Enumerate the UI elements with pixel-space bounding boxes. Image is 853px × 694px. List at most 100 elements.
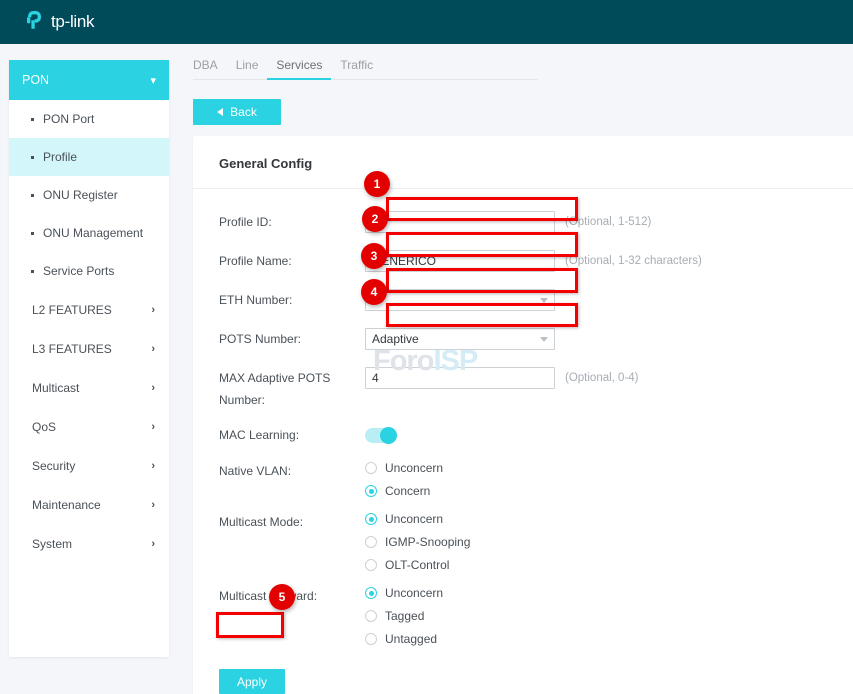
form-row-profile-id: Profile ID: (Optional, 1-512): [193, 211, 853, 236]
max-adaptive-pots-hint: (Optional, 0-4): [565, 367, 639, 389]
radio-selected-icon: [365, 513, 377, 525]
max-adaptive-pots-input[interactable]: [365, 367, 555, 389]
sidebar-group-label: QoS: [32, 420, 56, 434]
sidebar-subitems: PON Port Profile ONU Register ONU Manage…: [9, 100, 169, 290]
chevron-right-icon: ›: [151, 499, 155, 511]
multicast-mode-option-igmp-snooping[interactable]: IGMP-Snooping: [365, 536, 470, 548]
sidebar-group-system[interactable]: System ›: [9, 524, 169, 563]
tab-bar: DBA Line Services Traffic: [193, 58, 538, 80]
form-row-mac-learning: MAC Learning:: [193, 424, 853, 449]
config-form: Profile ID: (Optional, 1-512) Profile Na…: [193, 189, 853, 694]
sidebar-group-pon-label: PON: [22, 73, 49, 87]
chevron-right-icon: ›: [151, 304, 155, 316]
tab-dba[interactable]: DBA: [193, 58, 227, 80]
bullet-icon: [31, 270, 34, 273]
sidebar-group-l2-features[interactable]: L2 FEATURES ›: [9, 290, 169, 329]
native-vlan-control: Unconcern Concern: [365, 460, 443, 497]
form-row-max-adaptive-pots-number: MAX Adaptive POTS Number: (Optional, 0-4…: [193, 367, 853, 411]
bullet-icon: [31, 118, 34, 121]
sidebar-item-onu-register[interactable]: ONU Register: [9, 176, 169, 214]
native-vlan-label: Native VLAN:: [193, 460, 365, 482]
sidebar: PON ▾ PON Port Profile ONU Register ONU …: [9, 60, 169, 657]
back-button[interactable]: Back: [193, 99, 281, 125]
native-vlan-option-concern[interactable]: Concern: [365, 485, 443, 497]
tab-services[interactable]: Services: [267, 58, 331, 80]
multicast-mode-radio-group: Unconcern IGMP-Snooping OLT-Control: [365, 511, 470, 571]
apply-button[interactable]: Apply: [219, 669, 285, 694]
profile-name-hint: (Optional, 1-32 characters): [565, 250, 702, 272]
multicast-mode-option-unconcern[interactable]: Unconcern: [365, 513, 470, 525]
multicast-mode-option-olt-control[interactable]: OLT-Control: [365, 559, 470, 571]
left-triangle-icon: [217, 108, 223, 116]
sidebar-group-security[interactable]: Security ›: [9, 446, 169, 485]
profile-name-label: Profile Name:: [193, 250, 365, 272]
form-row-eth-number: ETH Number: 1: [193, 289, 853, 314]
radio-label: Unconcern: [385, 587, 443, 599]
sidebar-item-onu-management[interactable]: ONU Management: [9, 214, 169, 252]
sidebar-item-label: ONU Management: [43, 226, 143, 240]
sidebar-group-label: Multicast: [32, 381, 79, 395]
native-vlan-radio-group: Unconcern Concern: [365, 460, 443, 497]
profile-name-control: [365, 250, 555, 272]
sidebar-group-maintenance[interactable]: Maintenance ›: [9, 485, 169, 524]
chevron-right-icon: ›: [151, 460, 155, 472]
eth-number-label: ETH Number:: [193, 289, 365, 311]
mac-learning-toggle[interactable]: [365, 428, 397, 443]
radio-selected-icon: [365, 485, 377, 497]
step-badge-2: 2: [362, 206, 388, 232]
pots-number-select[interactable]: Adaptive: [365, 328, 555, 350]
multicast-forward-option-unconcern[interactable]: Unconcern: [365, 587, 443, 599]
radio-label: OLT-Control: [385, 559, 449, 571]
sidebar-item-pon-port[interactable]: PON Port: [9, 100, 169, 138]
sidebar-item-service-ports[interactable]: Service Ports: [9, 252, 169, 290]
form-row-pots-number: POTS Number: Adaptive: [193, 328, 853, 353]
chevron-down-icon: [540, 337, 548, 342]
radio-label: Unconcern: [385, 462, 443, 474]
chevron-right-icon: ›: [151, 343, 155, 355]
pots-number-control: Adaptive: [365, 328, 555, 350]
sidebar-group-label: L2 FEATURES: [32, 303, 112, 317]
profile-id-control: [365, 211, 555, 233]
tp-link-logo: tp-link: [24, 10, 94, 32]
bullet-icon: [31, 156, 34, 159]
chevron-right-icon: ›: [151, 382, 155, 394]
radio-selected-icon: [365, 587, 377, 599]
chevron-down-icon: ▾: [150, 74, 156, 87]
eth-number-control: 1: [365, 289, 555, 311]
multicast-mode-control: Unconcern IGMP-Snooping OLT-Control: [365, 511, 470, 571]
form-row-multicast-mode: Multicast Mode: Unconcern IGMP-Snooping: [193, 511, 853, 571]
bullet-icon: [31, 194, 34, 197]
radio-icon: [365, 559, 377, 571]
radio-icon: [365, 462, 377, 474]
sidebar-group-pon[interactable]: PON ▾: [9, 60, 169, 100]
sidebar-group-label: Maintenance: [32, 498, 101, 512]
tab-traffic[interactable]: Traffic: [331, 58, 382, 80]
profile-id-hint: (Optional, 1-512): [565, 211, 651, 233]
sidebar-group-label: L3 FEATURES: [32, 342, 112, 356]
radio-label: IGMP-Snooping: [385, 536, 470, 548]
pots-number-label: POTS Number:: [193, 328, 365, 350]
sidebar-item-profile[interactable]: Profile: [9, 138, 169, 176]
tab-line[interactable]: Line: [227, 58, 268, 80]
sidebar-group-qos[interactable]: QoS ›: [9, 407, 169, 446]
sidebar-item-label: Service Ports: [43, 264, 114, 278]
chevron-right-icon: ›: [151, 421, 155, 433]
radio-label: Concern: [385, 485, 430, 497]
max-adaptive-pots-control: [365, 367, 555, 389]
sidebar-group-l3-features[interactable]: L3 FEATURES ›: [9, 329, 169, 368]
radio-label: Untagged: [385, 633, 437, 645]
native-vlan-option-unconcern[interactable]: Unconcern: [365, 462, 443, 474]
multicast-forward-option-tagged[interactable]: Tagged: [365, 610, 443, 622]
profile-id-input[interactable]: [365, 211, 555, 233]
multicast-forward-option-untagged[interactable]: Untagged: [365, 633, 443, 645]
sidebar-group-multicast[interactable]: Multicast ›: [9, 368, 169, 407]
multicast-mode-label: Multicast Mode:: [193, 511, 365, 533]
profile-id-label: Profile ID:: [193, 211, 365, 233]
general-config-card: General Config Profile ID: (Optional, 1-…: [193, 136, 853, 694]
top-header-bar: tp-link: [0, 0, 853, 44]
pots-number-value: Adaptive: [372, 332, 419, 346]
profile-name-input[interactable]: [365, 250, 555, 272]
sidebar-group-label: System: [32, 537, 72, 551]
eth-number-select[interactable]: 1: [365, 289, 555, 311]
radio-icon: [365, 610, 377, 622]
